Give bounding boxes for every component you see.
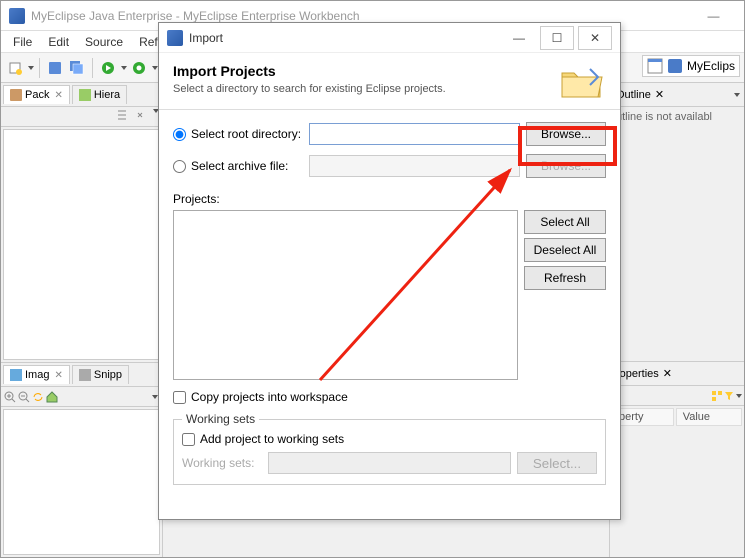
- package-icon: [10, 89, 22, 101]
- hierarchy-icon: [79, 89, 91, 101]
- menu-icon[interactable]: [734, 93, 740, 97]
- projects-list[interactable]: [173, 210, 518, 380]
- dialog-title: Import: [189, 31, 502, 45]
- menu-file[interactable]: File: [5, 32, 40, 52]
- archive-file-text: Select archive file:: [191, 159, 288, 173]
- dialog-icon: [167, 30, 183, 46]
- save-button[interactable]: [45, 58, 65, 78]
- copy-projects-row[interactable]: Copy projects into workspace: [173, 390, 606, 404]
- projects-buttons: Select All Deselect All Refresh: [524, 210, 606, 380]
- app-icon: [9, 8, 25, 24]
- outline-empty-message: utline is not availabl: [610, 107, 744, 127]
- perspective-open-icon: [647, 58, 663, 74]
- working-sets-select-button: Select...: [517, 452, 597, 474]
- menu-source[interactable]: Source: [77, 32, 131, 52]
- menu-edit[interactable]: Edit: [40, 32, 77, 52]
- package-explorer-tab[interactable]: Pack ✕: [3, 85, 70, 104]
- collapse-button[interactable]: [116, 109, 132, 125]
- root-directory-input[interactable]: [309, 123, 520, 145]
- projects-label: Projects:: [173, 192, 606, 206]
- archive-file-input: [309, 155, 520, 177]
- right-panel: Outline ✕ utline is not availabl roperti…: [609, 83, 744, 557]
- snippets-icon: [79, 369, 91, 381]
- root-directory-row: Select root directory: Browse...: [173, 122, 606, 146]
- root-directory-radio[interactable]: [173, 128, 186, 141]
- deselect-all-button[interactable]: Deselect All: [524, 238, 606, 262]
- image-view-body[interactable]: [3, 409, 160, 555]
- tab-label: Imag: [25, 369, 49, 381]
- tab-label: Pack: [25, 89, 49, 101]
- dropdown-icon[interactable]: [28, 66, 34, 70]
- window-controls: —: [691, 2, 736, 30]
- value-col-header[interactable]: Value: [676, 408, 742, 426]
- myeclipse-perspective-icon: [667, 58, 683, 74]
- dialog-heading: Import Projects: [173, 63, 558, 79]
- working-sets-combo: [268, 452, 511, 474]
- debug-button[interactable]: [129, 58, 149, 78]
- property-col-header[interactable]: perty: [612, 408, 674, 426]
- projects-area: Select All Deselect All Refresh: [173, 210, 606, 380]
- archive-file-row: Select archive file: Browse...: [173, 154, 606, 178]
- add-to-working-sets-label: Add project to working sets: [200, 432, 344, 446]
- add-to-working-sets-checkbox[interactable]: [182, 433, 195, 446]
- new-button[interactable]: [5, 58, 25, 78]
- dialog-close-button[interactable]: ✕: [578, 26, 612, 50]
- perspective-label: MyEclips: [687, 59, 735, 73]
- snippets-tab[interactable]: Snipp: [72, 365, 129, 384]
- dialog-subtitle: Select a directory to search for existin…: [173, 83, 558, 95]
- archive-file-radio[interactable]: [173, 160, 186, 173]
- refresh-button[interactable]: Refresh: [524, 266, 606, 290]
- hierarchy-tab[interactable]: Hiera: [72, 85, 127, 104]
- close-icon[interactable]: ✕: [54, 370, 62, 381]
- image-tab[interactable]: Imag ✕: [3, 365, 70, 384]
- root-directory-text: Select root directory:: [191, 127, 301, 141]
- import-folder-icon: [558, 63, 606, 103]
- properties-table: perty Value: [610, 406, 744, 428]
- link-button[interactable]: [134, 109, 150, 125]
- zoom-in-button[interactable]: [3, 390, 17, 404]
- browse-archive-button: Browse...: [526, 154, 606, 178]
- window-title: MyEclipse Java Enterprise - MyEclipse En…: [31, 9, 691, 23]
- close-icon[interactable]: ✕: [54, 90, 62, 101]
- home-button[interactable]: [45, 390, 59, 404]
- properties-tabs: roperties ✕: [610, 362, 744, 386]
- dialog-header: Import Projects Select a directory to se…: [159, 53, 620, 110]
- tab-label: Snipp: [94, 369, 122, 381]
- working-sets-label: Working sets:: [182, 456, 262, 470]
- perspective-switcher[interactable]: MyEclips: [642, 55, 740, 77]
- save-all-button[interactable]: [67, 58, 87, 78]
- working-sets-group: Working sets Add project to working sets…: [173, 412, 606, 485]
- package-explorer-body[interactable]: [3, 129, 161, 360]
- outline-tabs: Outline ✕: [610, 83, 744, 107]
- dialog-minimize-button[interactable]: —: [502, 26, 536, 50]
- archive-file-radio-label[interactable]: Select archive file:: [173, 159, 303, 173]
- dialog-body: Select root directory: Browse... Select …: [159, 110, 620, 519]
- run-button[interactable]: [98, 58, 118, 78]
- close-icon[interactable]: ✕: [655, 88, 664, 101]
- add-to-working-sets-row[interactable]: Add project to working sets: [182, 432, 597, 446]
- tab-label: Hiera: [94, 89, 120, 101]
- zoom-out-button[interactable]: [17, 390, 31, 404]
- package-explorer-tabs: Pack ✕ Hiera: [1, 83, 163, 107]
- working-sets-legend: Working sets: [182, 412, 259, 426]
- root-directory-radio-label[interactable]: Select root directory:: [173, 127, 303, 141]
- copy-projects-label: Copy projects into workspace: [191, 390, 348, 404]
- image-icon: [10, 369, 22, 381]
- filter-button[interactable]: [723, 390, 735, 402]
- dropdown-icon[interactable]: [121, 66, 127, 70]
- minimize-button[interactable]: —: [691, 2, 736, 30]
- working-sets-select-row: Working sets: Select...: [182, 452, 597, 474]
- dialog-titlebar: Import — ☐ ✕: [159, 23, 620, 53]
- image-view-tabs: Imag ✕ Snipp: [1, 363, 162, 387]
- categories-button[interactable]: [711, 390, 723, 402]
- close-icon[interactable]: ✕: [663, 367, 672, 380]
- select-all-button[interactable]: Select All: [524, 210, 606, 234]
- dialog-maximize-button[interactable]: ☐: [540, 26, 574, 50]
- import-dialog: Import — ☐ ✕ Import Projects Select a di…: [158, 22, 621, 520]
- copy-projects-checkbox[interactable]: [173, 391, 186, 404]
- refresh-button[interactable]: [31, 390, 45, 404]
- menu-icon[interactable]: [736, 394, 742, 398]
- browse-root-button[interactable]: Browse...: [526, 122, 606, 146]
